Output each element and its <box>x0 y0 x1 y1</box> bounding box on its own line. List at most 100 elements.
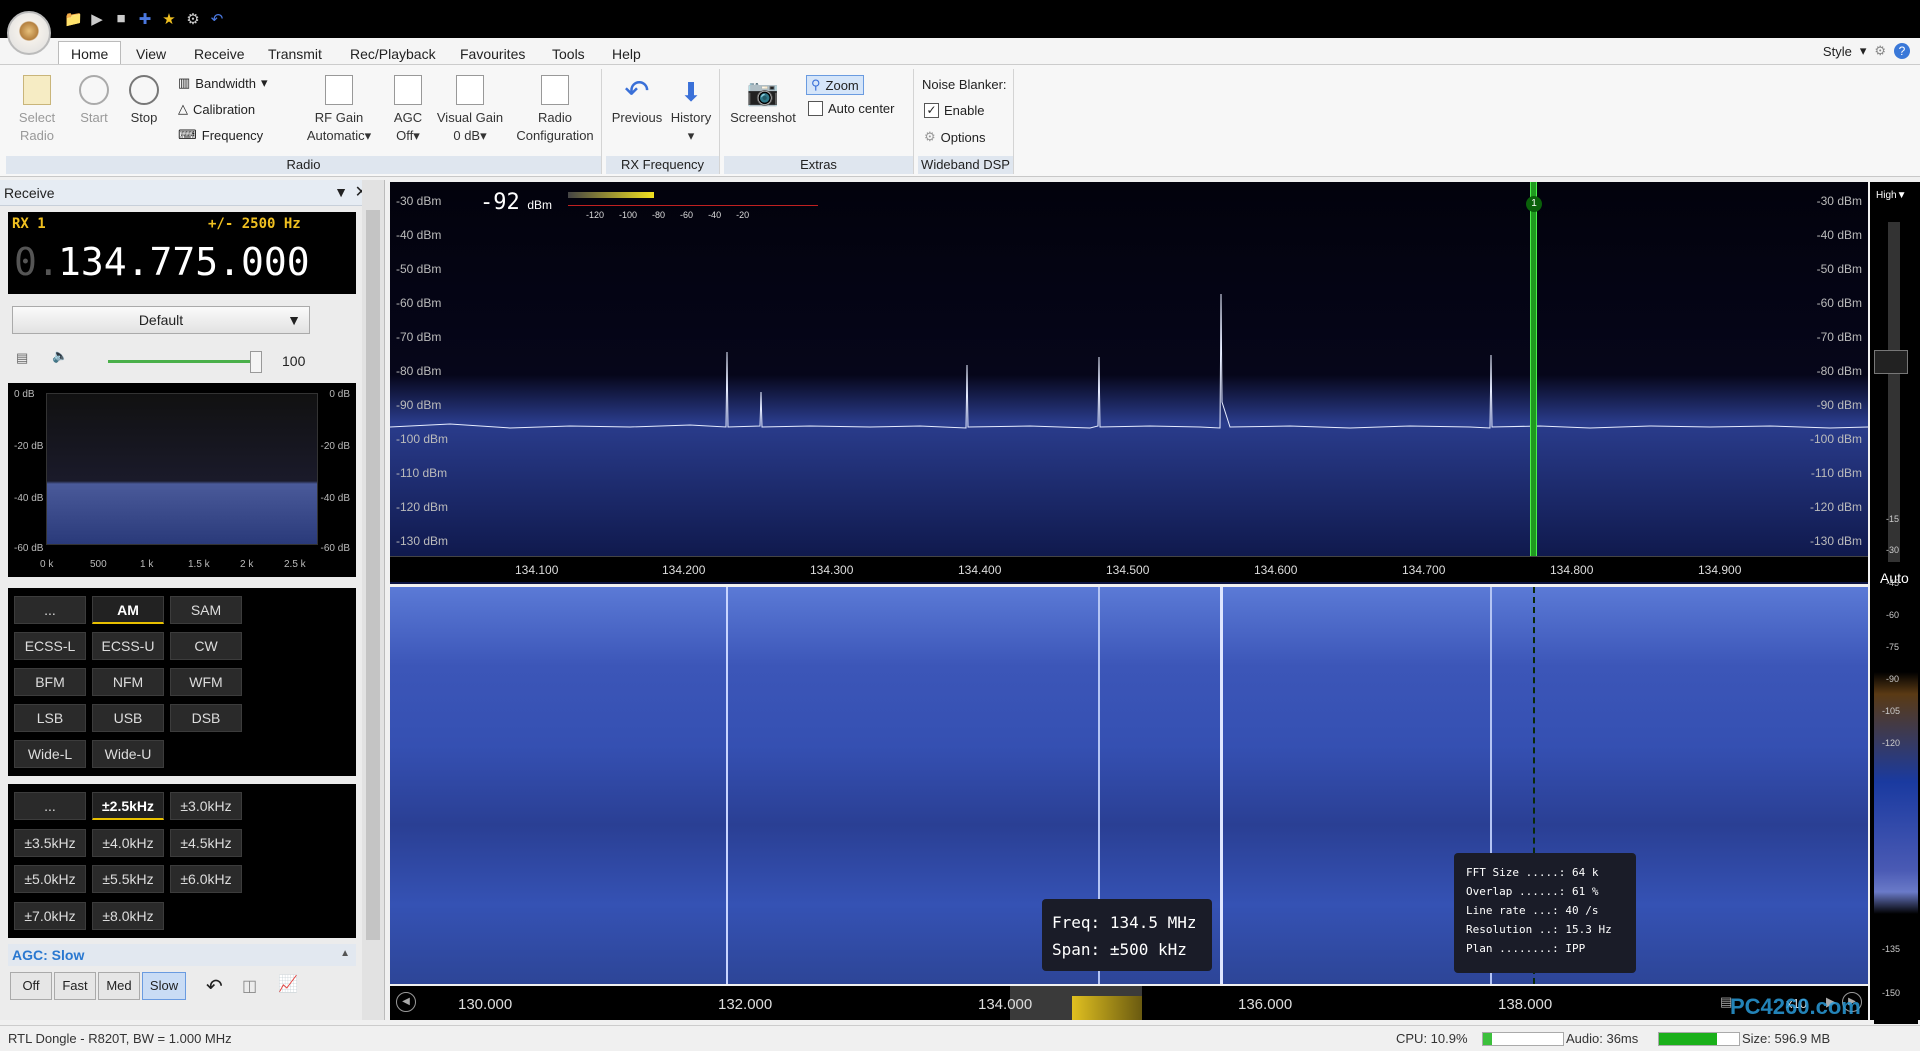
help-icon[interactable]: ? <box>1894 43 1910 59</box>
play-icon[interactable]: ▶ <box>88 10 106 28</box>
signal-meter-scale: -120 -100 -80 -60 -40 -20 <box>586 210 749 220</box>
select-radio-button[interactable]: Select Radio <box>12 75 62 145</box>
speaker-icon[interactable]: 🔈 <box>52 348 68 364</box>
graph-icon[interactable]: 📈 <box>278 974 298 994</box>
agc-off-button[interactable]: Off <box>10 972 52 1000</box>
tab-tools[interactable]: Tools <box>540 42 597 65</box>
stop-button[interactable]: Stop <box>124 75 164 127</box>
tab-favourites[interactable]: Favourites <box>448 42 537 65</box>
audio-db-label: -20 dB <box>320 441 350 452</box>
history-button[interactable]: ⬇ History ▾ <box>666 75 716 145</box>
mode-button-wfm[interactable]: WFM <box>170 668 242 696</box>
filter-button[interactable]: ±6.0kHz <box>170 865 242 893</box>
options-button[interactable]: ⚙ Options <box>924 129 985 145</box>
stop-icon[interactable]: ■ <box>112 10 130 28</box>
tooltip-span: ±500 kHz <box>1109 940 1187 959</box>
chevron-down-icon[interactable]: ▼ <box>334 184 348 200</box>
calibration-button[interactable]: △ Calibration <box>178 101 255 117</box>
frequency-value[interactable]: 134.775.000 <box>58 240 310 284</box>
volume-slider[interactable] <box>108 351 262 373</box>
filter-button[interactable]: ±2.5kHz <box>92 792 164 820</box>
mode-button-ecss-u[interactable]: ECSS-U <box>92 632 164 660</box>
mode-button-sam[interactable]: SAM <box>170 596 242 624</box>
volume-slider-thumb[interactable] <box>250 351 262 373</box>
frequency-button[interactable]: ⌨ Frequency <box>178 127 263 143</box>
mode-button-usb[interactable]: USB <box>92 704 164 732</box>
receive-marker[interactable]: 1 <box>1526 182 1542 556</box>
frequency-label: 134.600 <box>1254 563 1298 577</box>
agc-button[interactable]: AGC Off▾ <box>386 75 430 145</box>
bandwidth-button[interactable]: ▥ Bandwidth ▾ <box>178 75 268 91</box>
gear-icon[interactable]: ⚙ <box>184 10 202 28</box>
mode-button-lsb[interactable]: LSB <box>14 704 86 732</box>
profile-dropdown[interactable]: Default ▼ <box>12 306 310 334</box>
screenshot-button[interactable]: 📷 Screenshot <box>726 75 800 127</box>
previous-button[interactable]: ↶ Previous <box>610 75 664 127</box>
filter-button[interactable]: ±3.5kHz <box>14 828 86 857</box>
scroll-left-icon[interactable]: ◀ <box>396 992 416 1012</box>
agc-slow-button[interactable]: Slow <box>142 972 186 1000</box>
auto-center-checkbox[interactable]: Auto center <box>808 101 895 116</box>
filter-button[interactable]: ±7.0kHz <box>14 901 86 930</box>
undo-icon[interactable]: ↶ <box>206 974 223 999</box>
agc-med-button[interactable]: Med <box>98 972 140 1000</box>
tab-help[interactable]: Help <box>600 42 653 65</box>
agc-fast-button[interactable]: Fast <box>54 972 96 1000</box>
mode-button-bfm[interactable]: BFM <box>14 668 86 696</box>
filter-button[interactable]: ±5.0kHz <box>14 865 86 893</box>
visual-gain-button[interactable]: Visual Gain 0 dB▾ <box>434 75 506 145</box>
mode-button-more[interactable]: ... <box>14 596 86 624</box>
play-icon <box>79 75 109 105</box>
vertical-scale[interactable]: High▼ Auto -15 -30 -45 -60 -75 -90 -105 … <box>1870 182 1920 1024</box>
contrast-slider[interactable] <box>1874 222 1908 562</box>
mode-button-dsb[interactable]: DSB <box>170 704 242 732</box>
frequency-tooltip: Freq: 134.5 MHz Span: ±500 kHz <box>1042 899 1212 971</box>
audio-spectrum[interactable]: 0 dB -20 dB -40 dB -60 dB 0 dB -20 dB -4… <box>8 383 356 577</box>
star-icon[interactable]: ★ <box>160 10 178 28</box>
overview-band[interactable]: ◀ 130.000 132.000 134.000 136.000 138.00… <box>390 986 1868 1020</box>
filter-button[interactable]: ±5.5kHz <box>92 865 164 893</box>
equalizer-icon[interactable]: ▤ <box>16 350 28 366</box>
undo-icon[interactable]: ↶ <box>208 10 226 28</box>
settings-icon[interactable]: ⚙ <box>1874 43 1886 59</box>
recording-size: Size: 596.9 MB <box>1742 1031 1831 1046</box>
tab-home[interactable]: Home <box>58 41 122 64</box>
mode-button-wide-l[interactable]: Wide-L <box>14 740 86 768</box>
mode-button-ecss-l[interactable]: ECSS-L <box>14 632 86 660</box>
ribbon-group-wideband-dsp: Noise Blanker: ✓ Enable ⚙ Options Wideband… <box>918 69 1014 174</box>
panel-scrollbar[interactable] <box>362 180 384 1020</box>
radio-configuration-button[interactable]: Radio Configuration <box>512 75 598 145</box>
add-icon[interactable]: ✚ <box>136 10 154 28</box>
filter-button[interactable]: ±4.5kHz <box>170 828 242 857</box>
mode-button-wide-u[interactable]: Wide-U <box>92 740 164 768</box>
mode-button-cw[interactable]: CW <box>170 632 242 660</box>
style-selector[interactable]: Style ▾ ⚙ ? <box>1823 43 1910 59</box>
tab-receive[interactable]: Receive <box>182 42 257 65</box>
enable-checkbox[interactable]: ✓ Enable <box>924 103 984 118</box>
range-dropdown[interactable]: High▼ <box>1876 190 1906 201</box>
tab-transmit[interactable]: Transmit <box>256 42 334 65</box>
contrast-slider-thumb[interactable] <box>1874 350 1908 374</box>
folder-icon[interactable]: 📁 <box>64 10 83 28</box>
filter-button-more[interactable]: ... <box>14 792 86 820</box>
tab-view[interactable]: View <box>124 42 178 65</box>
filter-button[interactable]: ±3.0kHz <box>170 792 242 820</box>
spectrum-db-label: -30 dBm <box>396 194 442 208</box>
scrollbar-thumb[interactable] <box>366 210 380 940</box>
mode-button-am[interactable]: AM <box>92 596 164 624</box>
frequency-display[interactable]: RX 1 +/- 2500 Hz 0. 134.775.000 <box>8 212 356 294</box>
app-menu-button[interactable] <box>7 11 51 55</box>
start-button[interactable]: Start <box>74 75 114 127</box>
agc-section-header[interactable]: AGC: Slow ▲ <box>8 944 356 966</box>
tab-rec-playback[interactable]: Rec/Playback <box>338 42 448 65</box>
spectrum-display[interactable]: -30 dBm -40 dBm -50 dBm -60 dBm -70 dBm … <box>390 182 1868 584</box>
waterfall-trace <box>1220 587 1223 984</box>
waterfall-display[interactable]: Freq: 134.5 MHz Span: ±500 kHz FFT Size … <box>390 587 1868 984</box>
zoom-button[interactable]: ⚲ Zoom <box>806 75 864 95</box>
preset-icon[interactable]: ◫ <box>242 976 257 996</box>
mode-button-nfm[interactable]: NFM <box>92 668 164 696</box>
rf-gain-button[interactable]: RF Gain Automatic▾ <box>298 75 380 145</box>
fft-stats-panel: FFT Size .....: 64 k Overlap ......: 61 … <box>1454 853 1636 973</box>
filter-button[interactable]: ±4.0kHz <box>92 828 164 857</box>
filter-button[interactable]: ±8.0kHz <box>92 901 164 930</box>
